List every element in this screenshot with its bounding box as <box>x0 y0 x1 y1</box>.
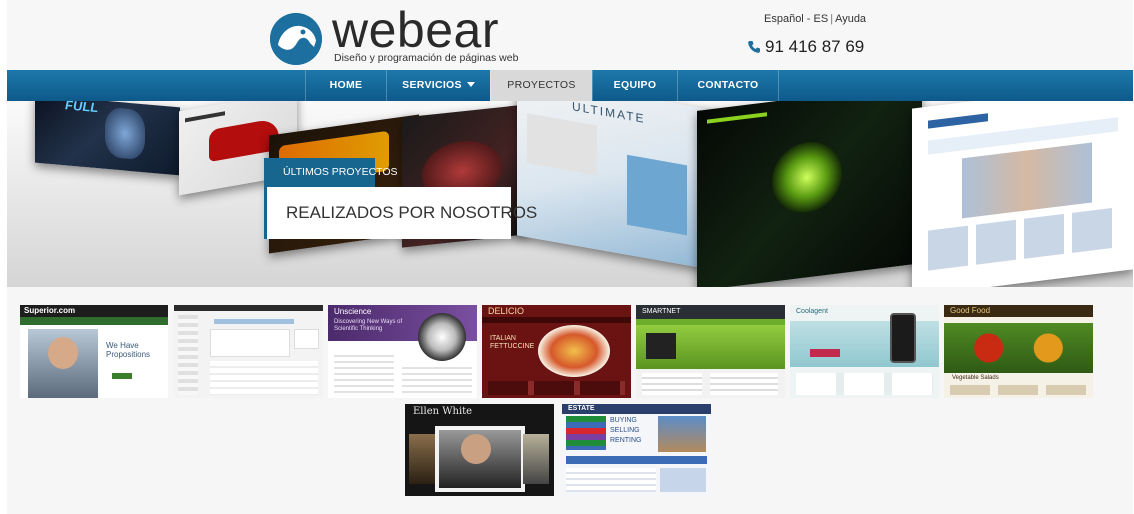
thumb-caption: Unscience <box>334 307 372 316</box>
thumb-caption: DELICIO <box>488 306 525 316</box>
project-thumbnail[interactable]: Superior.com We Have Propositions <box>20 305 168 398</box>
phone-icon <box>748 41 760 53</box>
thumb-headline: BUYING SELLING RENTING <box>610 417 642 444</box>
banner-shot-text: FULL <box>65 101 99 116</box>
page: webear Diseño y programación de páginas … <box>7 0 1133 514</box>
language-link[interactable]: Español - ES <box>764 13 828 25</box>
help-link[interactable]: Ayuda <box>835 13 866 25</box>
nav-servicios-label: SERVICIOS <box>402 79 462 91</box>
thumb-headline: Vegetable Salads <box>952 375 999 381</box>
project-thumbnail[interactable] <box>174 305 323 398</box>
thumb-caption: Coolagent <box>796 308 828 315</box>
project-thumbnail[interactable]: SMARTNET <box>636 305 785 398</box>
thumb-caption: Good Food <box>950 306 991 315</box>
thumb-headline: We Have Propositions <box>106 341 151 359</box>
thumb-caption: Ellen White <box>413 406 473 417</box>
project-thumbnail[interactable]: Good Food Vegetable Salads <box>944 305 1093 398</box>
tagline: Diseño y programación de páginas web <box>334 52 519 64</box>
project-thumbnail[interactable]: Coolagent <box>790 305 939 398</box>
banner-screenshot <box>697 101 922 287</box>
nav-servicios[interactable]: SERVICIOS <box>386 70 490 101</box>
nav-equipo[interactable]: EQUIPO <box>592 70 677 101</box>
project-thumbnail[interactable]: Unscience Discovering New Ways of Scient… <box>328 305 477 398</box>
top-links: Español - ES | Ayuda <box>764 13 867 25</box>
bear-logo-icon[interactable] <box>270 13 322 65</box>
projects-banner: FULL ULTIMATE ÚLTIMOS PROYECTOS REALIZAD… <box>7 101 1133 287</box>
thumb-caption: SMARTNET <box>642 308 681 315</box>
site-header: webear Diseño y programación de páginas … <box>7 0 1133 70</box>
banner-screenshot <box>912 101 1133 287</box>
nav-contacto[interactable]: CONTACTO <box>677 70 779 101</box>
project-thumbnail[interactable]: DELICIO ITALIAN FETTUCCINE <box>482 305 631 398</box>
chevron-down-icon <box>466 82 475 87</box>
banner-screenshot: FULL <box>35 101 180 176</box>
thumb-headline: ITALIAN FETTUCCINE <box>490 335 535 350</box>
main-nav: HOME SERVICIOS PROYECTOS EQUIPO CONTACTO <box>7 70 1133 101</box>
banner-title: REALIZADOS POR NOSOTROS <box>264 187 537 239</box>
nav-home[interactable]: HOME <box>305 70 386 101</box>
thumb-caption: Superior.com <box>24 306 76 315</box>
thumb-headline: Discovering New Ways of Scientific Think… <box>334 319 403 332</box>
project-thumbnail[interactable]: Ellen White <box>405 404 554 496</box>
phone-number[interactable]: 91 416 87 69 <box>747 37 864 57</box>
project-thumbnail[interactable]: ESTATE BUYING SELLING RENTING <box>562 404 711 496</box>
phone-text: 91 416 87 69 <box>765 37 865 56</box>
banner-screenshot: ULTIMATE <box>517 101 717 271</box>
logo-wordmark[interactable]: webear <box>332 3 499 57</box>
banner-kicker: ÚLTIMOS PROYECTOS <box>264 158 398 187</box>
thumb-caption: ESTATE <box>568 405 595 412</box>
nav-proyectos[interactable]: PROYECTOS <box>490 70 592 101</box>
